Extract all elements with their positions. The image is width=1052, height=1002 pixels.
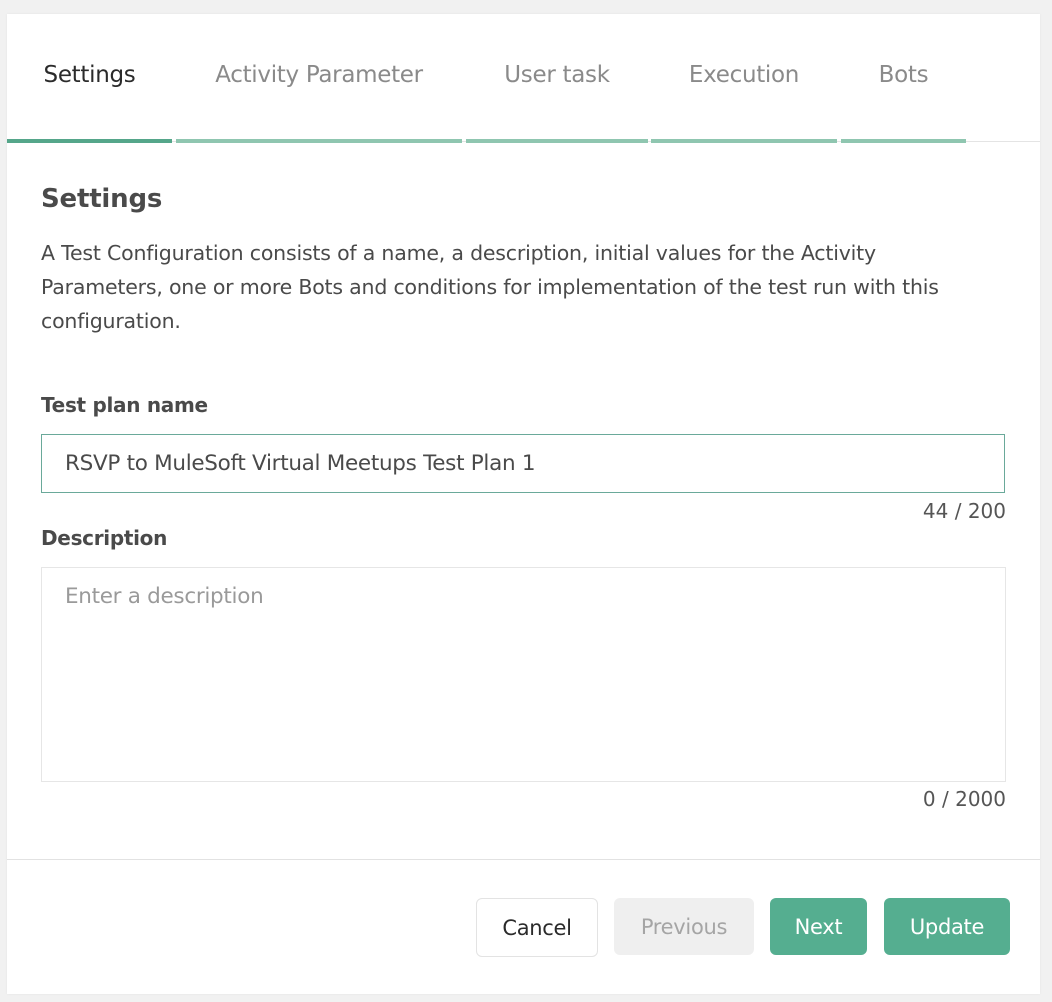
tab-activity-parameter-indicator	[176, 139, 462, 143]
tab-execution-indicator	[651, 139, 837, 143]
section-title: Settings	[41, 184, 163, 214]
tab-execution[interactable]: Execution	[651, 14, 837, 143]
section-description: A Test Configuration consists of a name,…	[41, 241, 939, 333]
test-configuration-card: Settings Activity Parameter User task Ex…	[7, 14, 1040, 994]
tab-user-task-indicator	[466, 139, 648, 143]
description-label: Description	[41, 526, 168, 550]
tab-bots[interactable]: Bots	[841, 14, 966, 143]
tab-bots-label: Bots	[878, 62, 929, 88]
tab-user-task-label: User task	[504, 62, 610, 88]
footer-divider	[7, 859, 1040, 860]
description-counter: 0 / 2000	[922, 787, 1006, 811]
next-button[interactable]: Next	[770, 898, 867, 955]
tab-execution-label: Execution	[688, 62, 800, 88]
description-textarea[interactable]	[41, 567, 1006, 782]
update-button[interactable]: Update	[884, 898, 1010, 955]
previous-button[interactable]: Previous	[614, 898, 754, 955]
tab-user-task[interactable]: User task	[466, 14, 648, 143]
test-plan-name-input[interactable]	[41, 434, 1005, 493]
tab-settings[interactable]: Settings	[7, 14, 172, 143]
tab-bots-indicator	[841, 139, 966, 143]
test-plan-name-counter: 44 / 200	[922, 499, 1006, 523]
test-plan-name-label: Test plan name	[41, 393, 208, 417]
tab-bar: Settings Activity Parameter User task Ex…	[7, 14, 1040, 143]
tab-activity-parameter[interactable]: Activity Parameter	[176, 14, 462, 143]
tab-activity-parameter-label: Activity Parameter	[215, 62, 423, 88]
tab-settings-indicator	[7, 139, 172, 143]
tab-settings-label: Settings	[43, 62, 136, 88]
cancel-button[interactable]: Cancel	[476, 898, 598, 957]
